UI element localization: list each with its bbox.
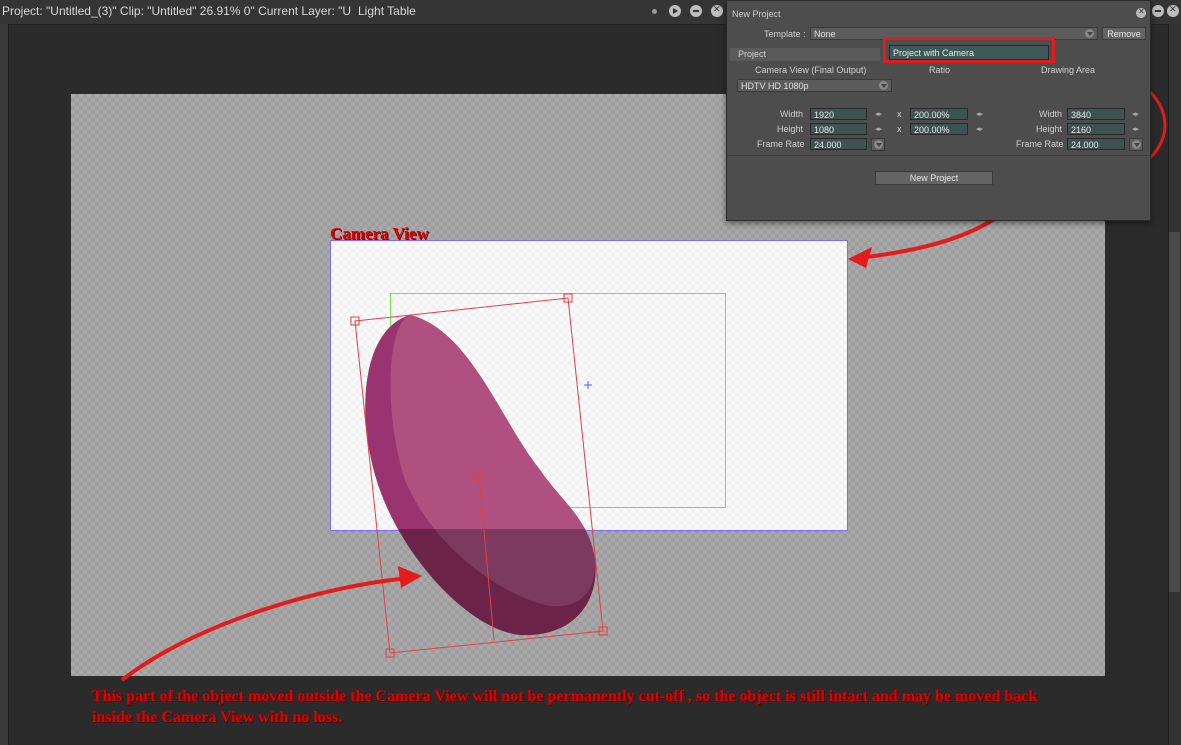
camera-frame-rate-label: Frame Rate [757,139,805,149]
drawing-frame-rate-field[interactable]: 24.000 [1067,138,1125,150]
new-project-dialog: New Project Template : None Remove Proje… [726,0,1151,221]
template-label: Template : [764,29,806,39]
link-arrows-icon[interactable]: ◂▸ [976,110,983,118]
frame-rate-dropdown[interactable] [871,138,885,151]
drawing-area-header: Drawing Area [1041,65,1096,75]
ratio-x-symbol: x [897,109,902,119]
new-project-button[interactable]: New Project [875,171,993,185]
center-crosshair-icon [584,381,592,389]
tab-project[interactable]: Project [730,48,880,61]
chevron-down-icon [1085,29,1094,38]
link-arrows-icon[interactable]: ◂▸ [1132,125,1139,133]
drawing-width-label: Width [1039,109,1063,119]
link-arrows-icon[interactable]: ◂▸ [976,125,983,133]
dialog-close-icon[interactable] [1136,7,1146,18]
camera-height-label: Height [777,124,804,134]
ratio-x-symbol: x [897,124,902,134]
chevron-down-icon [1132,140,1141,149]
drawing-height-field[interactable]: 2160 [1067,123,1125,135]
link-arrows-icon[interactable]: ◂▸ [875,125,882,133]
frame-rate-dropdown[interactable] [1129,138,1143,151]
camera-height-field[interactable]: 1080 [810,123,867,135]
divider [727,155,1150,156]
camera-frame-rate-field[interactable]: 24.000 [810,138,867,150]
chevron-down-icon [874,140,883,149]
explanation-note: This part of the object moved outside th… [92,688,1038,726]
camera-view-header: Camera View (Final Output) [755,65,867,75]
camera-width-field[interactable]: 1920 [810,108,867,120]
drawing-frame-rate-label: Frame Rate [1016,139,1064,149]
ratio-header: Ratio [929,65,951,75]
link-arrows-icon[interactable]: ◂▸ [1132,110,1139,118]
template-value: None [814,29,836,39]
ratio-width-field[interactable]: 200.00% [910,108,968,120]
ratio-height-field[interactable]: 200.00% [910,123,968,135]
arrow-to-object [120,576,411,682]
drawing-width-field[interactable]: 3840 [1067,108,1125,120]
remove-button[interactable]: Remove [1102,27,1146,40]
preset-value: HDTV HD 1080p [741,81,809,91]
link-arrows-icon[interactable]: ◂▸ [875,110,882,118]
template-highlight-box [883,37,1055,63]
preset-dropdown[interactable]: HDTV HD 1080p [737,79,892,92]
drawing-height-label: Height [1036,124,1063,134]
dialog-title: New Project [732,9,781,19]
chevron-down-icon [879,81,888,90]
camera-width-label: Width [780,109,804,119]
bean-object[interactable] [365,315,596,636]
